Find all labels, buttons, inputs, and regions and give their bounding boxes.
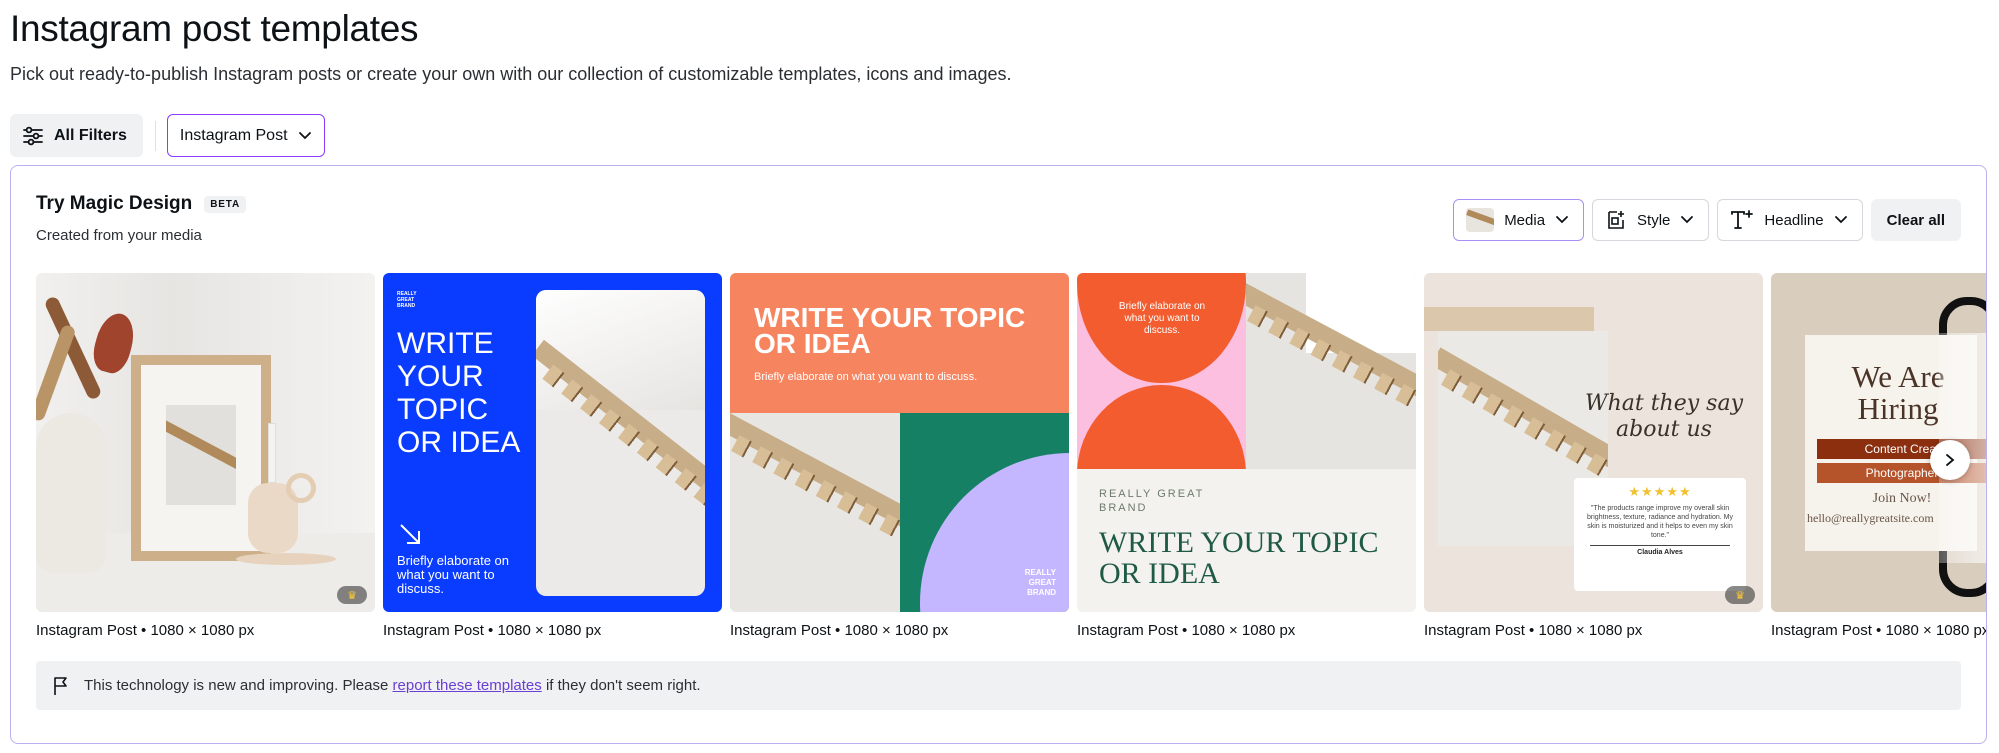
headline-label: Headline xyxy=(1764,211,1824,229)
headline-text: WRITE YOUR TOPIC OR IDEA xyxy=(1099,526,1379,590)
body-text: Briefly elaborate on what you want to di… xyxy=(754,371,978,383)
style-icon xyxy=(1608,211,1625,229)
template-caption: Instagram Post • 1080 × 1080 px xyxy=(1771,622,1987,639)
instagram-post-filter[interactable]: Instagram Post xyxy=(166,114,325,157)
brand-text: REALLY GREAT BRAND xyxy=(1099,488,1205,514)
template-card[interactable]: What they say about us ★★★★★ "The produc… xyxy=(1424,273,1763,639)
body-text: Briefly elaborate on what you want to di… xyxy=(1118,301,1206,336)
body-text: Briefly elaborate on what you want to di… xyxy=(397,553,510,596)
chevron-down-icon xyxy=(1556,216,1568,224)
template-card[interactable]: REALLY GREAT BRAND WRITE YOUR TOPIC OR I… xyxy=(383,273,722,639)
template-caption: Instagram Post • 1080 × 1080 px xyxy=(36,622,255,639)
style-label: Style xyxy=(1637,211,1671,229)
template-thumbnail[interactable]: What they say about us ★★★★★ "The produc… xyxy=(1424,273,1763,612)
brand-text: REALLY GREAT BRAND xyxy=(397,291,417,309)
report-prefix: This technology is new and improving. Pl… xyxy=(84,677,389,694)
template-carousel: ♛ Instagram Post • 1080 × 1080 px REALLY… xyxy=(36,273,1987,639)
report-suffix: if they don't seem right. xyxy=(545,677,701,694)
script-heading: What they say about us xyxy=(1584,391,1744,442)
template-card[interactable]: WRITE YOUR TOPIC OR IDEA Briefly elabora… xyxy=(730,273,1069,639)
all-filters-button[interactable]: All Filters xyxy=(10,114,143,157)
template-thumbnail[interactable]: ♛ xyxy=(36,273,375,612)
filter-bar: All Filters Instagram Post xyxy=(10,114,325,157)
report-notice: This technology is new and improving. Pl… xyxy=(36,661,1961,710)
template-card[interactable]: Briefly elaborate on what you want to di… xyxy=(1077,273,1416,639)
rating-stars: ★★★★★ xyxy=(1628,484,1692,499)
magic-design-panel: Try Magic Design BETA Created from your … xyxy=(10,165,1987,744)
carousel-next-button[interactable] xyxy=(1930,440,1970,480)
media-dropdown[interactable]: Media xyxy=(1453,199,1585,241)
review-author: Claudia Alves xyxy=(1637,549,1683,556)
template-thumbnail[interactable]: WRITE YOUR TOPIC OR IDEA Briefly elabora… xyxy=(730,273,1069,612)
beta-badge: BETA xyxy=(204,195,246,213)
template-thumbnail[interactable]: REALLY GREAT BRAND WRITE YOUR TOPIC OR I… xyxy=(383,273,722,612)
product-photo xyxy=(730,413,900,612)
flag-icon xyxy=(54,676,67,695)
vase-image xyxy=(36,413,106,573)
headline-dropdown[interactable]: Headline xyxy=(1717,199,1863,241)
all-filters-label: All Filters xyxy=(54,126,127,144)
candle-holder xyxy=(268,423,276,483)
template-caption: Instagram Post • 1080 × 1080 px xyxy=(730,622,949,639)
product-photo xyxy=(1246,273,1416,469)
chevron-down-icon xyxy=(1681,216,1694,224)
magic-controls: Media Style Headline Clear all xyxy=(1453,199,1961,241)
brand-text: REALLY GREAT BRAND xyxy=(1024,568,1056,597)
chevron-down-icon xyxy=(1834,216,1847,224)
magic-design-title: Try Magic Design xyxy=(36,193,193,214)
premium-crown-icon: ♛ xyxy=(337,586,367,604)
instagram-post-filter-label: Instagram Post xyxy=(179,126,288,144)
sliders-icon xyxy=(23,126,43,145)
magic-design-heading: Try Magic Design BETA xyxy=(36,193,246,215)
dried-flowers-image xyxy=(36,293,146,433)
page-title: Instagram post templates xyxy=(10,8,419,49)
headline-text: WRITE YOUR TOPIC OR IDEA xyxy=(754,302,1026,359)
filter-divider xyxy=(154,120,156,151)
media-label: Media xyxy=(1504,211,1546,229)
report-text: This technology is new and improving. Pl… xyxy=(84,677,701,694)
style-dropdown[interactable]: Style xyxy=(1592,199,1710,241)
report-templates-link[interactable]: report these templates xyxy=(393,677,542,694)
template-caption: Instagram Post • 1080 × 1080 px xyxy=(1424,622,1643,639)
review-card: ★★★★★ "The products range improve my ove… xyxy=(1574,478,1746,591)
magic-design-subtitle: Created from your media xyxy=(36,227,202,244)
chevron-right-icon xyxy=(1946,454,1955,466)
template-card[interactable]: ♛ Instagram Post • 1080 × 1080 px xyxy=(36,273,375,639)
template-thumbnail[interactable]: Briefly elaborate on what you want to di… xyxy=(1077,273,1416,612)
product-photo xyxy=(536,290,705,596)
text-icon xyxy=(1731,210,1754,229)
template-caption: Instagram Post • 1080 × 1080 px xyxy=(383,622,602,639)
premium-crown-icon: ♛ xyxy=(1725,586,1755,604)
page-description: Pick out ready-to-publish Instagram post… xyxy=(10,64,1012,84)
chevron-down-icon xyxy=(298,131,311,139)
arrow-icon xyxy=(399,523,421,550)
template-caption: Instagram Post • 1080 × 1080 px xyxy=(1077,622,1296,639)
review-quote: "The products range improve my overall s… xyxy=(1587,505,1733,539)
media-thumbnail xyxy=(1466,208,1495,232)
headline-text: WRITE YOUR TOPIC OR IDEA xyxy=(397,327,521,459)
clear-all-button[interactable]: Clear all xyxy=(1870,199,1961,241)
